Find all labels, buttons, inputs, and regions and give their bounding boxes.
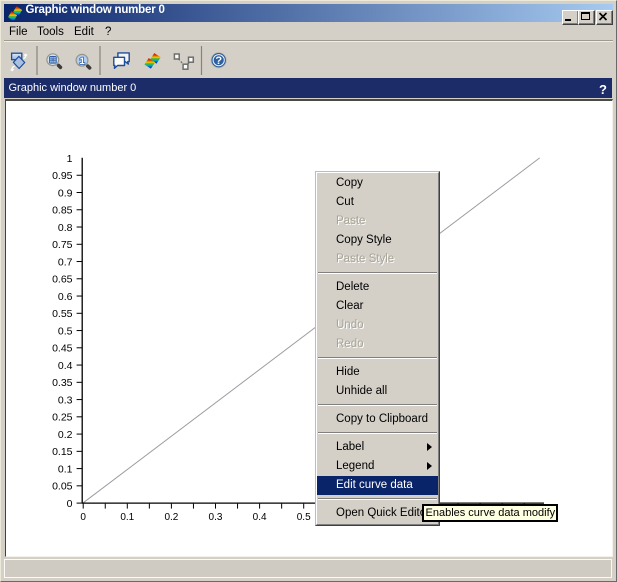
svg-text:0.2: 0.2 bbox=[58, 429, 73, 441]
svg-text:0.1: 0.1 bbox=[58, 463, 73, 475]
svg-text:0.65: 0.65 bbox=[52, 274, 73, 286]
svg-text:0.55: 0.55 bbox=[52, 308, 73, 320]
svg-text:0.8: 0.8 bbox=[58, 222, 73, 234]
svg-text:0.85: 0.85 bbox=[52, 205, 73, 217]
svg-text:0.35: 0.35 bbox=[52, 377, 73, 389]
svg-text:0.25: 0.25 bbox=[52, 412, 73, 424]
svg-text:0.15: 0.15 bbox=[52, 446, 73, 458]
svg-text:0.3: 0.3 bbox=[209, 512, 223, 523]
svg-text:0.05: 0.05 bbox=[52, 481, 73, 493]
svg-text:0.75: 0.75 bbox=[52, 239, 73, 251]
svg-text:1: 1 bbox=[79, 56, 85, 67]
svg-text:0.5: 0.5 bbox=[297, 512, 311, 523]
svg-text:0: 0 bbox=[67, 498, 73, 510]
svg-text:0.6: 0.6 bbox=[58, 291, 73, 303]
svg-text:0.4: 0.4 bbox=[58, 360, 73, 372]
svg-text:0: 0 bbox=[80, 512, 86, 523]
svg-text:0.5: 0.5 bbox=[58, 325, 73, 337]
svg-text:0.2: 0.2 bbox=[164, 512, 178, 523]
svg-text:0.3: 0.3 bbox=[58, 394, 73, 406]
svg-text:0.4: 0.4 bbox=[253, 512, 267, 523]
svg-text:?: ? bbox=[215, 55, 222, 67]
svg-text:0.95: 0.95 bbox=[52, 170, 73, 182]
svg-text:1: 1 bbox=[67, 153, 73, 165]
svg-text:0.1: 0.1 bbox=[120, 512, 134, 523]
svg-text:0.7: 0.7 bbox=[58, 256, 73, 268]
svg-text:0.9: 0.9 bbox=[58, 187, 73, 199]
svg-text:0.45: 0.45 bbox=[52, 343, 73, 355]
